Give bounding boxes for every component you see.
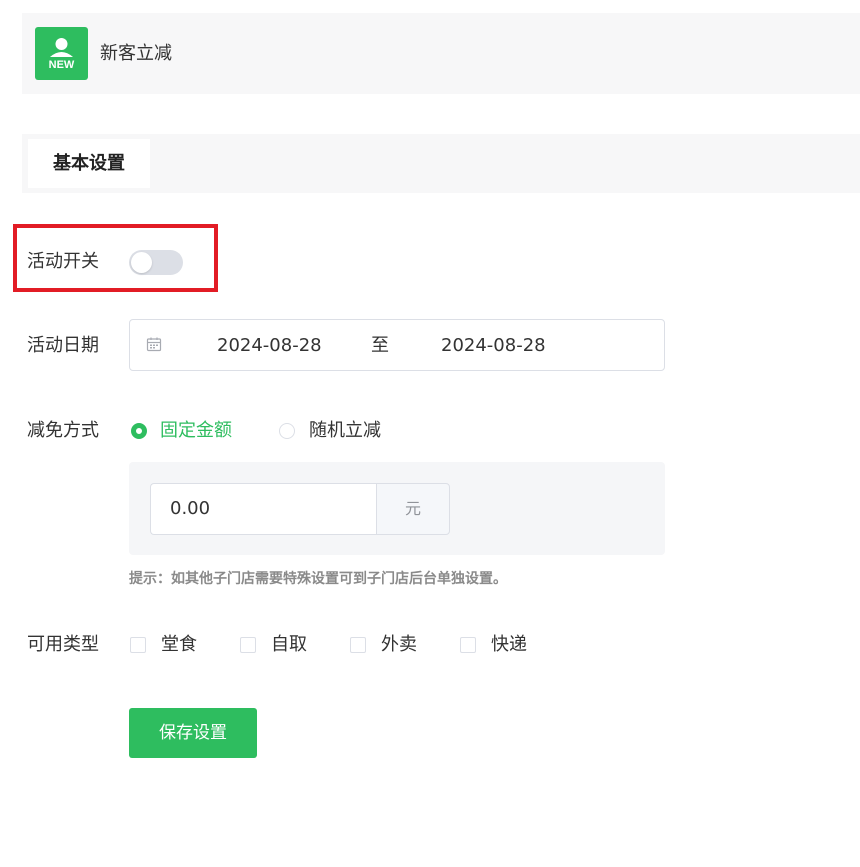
amount-unit: 元 [376, 483, 450, 535]
available-types-label: 可用类型 [27, 634, 99, 655]
page-title: 新客立减 [100, 43, 172, 64]
start-date-input[interactable]: 2024-08-28 [217, 334, 322, 358]
highlight-box [13, 224, 218, 292]
checkbox-delivery-label[interactable]: 外卖 [381, 633, 417, 657]
radio-fixed-amount-label[interactable]: 固定金额 [160, 419, 232, 443]
checkbox-express[interactable] [460, 637, 476, 653]
new-user-icon: NEW [35, 27, 88, 80]
radio-random-discount[interactable] [279, 423, 295, 439]
date-separator: 至 [371, 335, 389, 356]
end-date-input[interactable]: 2024-08-28 [441, 334, 546, 358]
save-settings-button[interactable]: 保存设置 [129, 708, 257, 758]
discount-method-label: 减免方式 [27, 420, 99, 441]
hint-text: 提示：如其他子门店需要特殊设置可到子门店后台单独设置。 [129, 571, 507, 587]
date-range-picker[interactable] [129, 319, 665, 371]
radio-random-discount-label[interactable]: 随机立减 [309, 419, 381, 443]
checkbox-dine-in-label[interactable]: 堂食 [161, 633, 197, 657]
checkbox-pickup[interactable] [240, 637, 256, 653]
checkbox-pickup-label[interactable]: 自取 [271, 633, 307, 657]
radio-fixed-amount[interactable] [131, 423, 147, 439]
tab-basic-settings[interactable]: 基本设置 [28, 139, 150, 188]
amount-input[interactable]: 0.00 [150, 483, 377, 535]
checkbox-express-label[interactable]: 快递 [491, 633, 527, 657]
activity-date-label: 活动日期 [27, 335, 99, 356]
checkbox-delivery[interactable] [350, 637, 366, 653]
svg-text:NEW: NEW [49, 59, 75, 71]
checkbox-dine-in[interactable] [130, 637, 146, 653]
calendar-icon [146, 336, 162, 352]
